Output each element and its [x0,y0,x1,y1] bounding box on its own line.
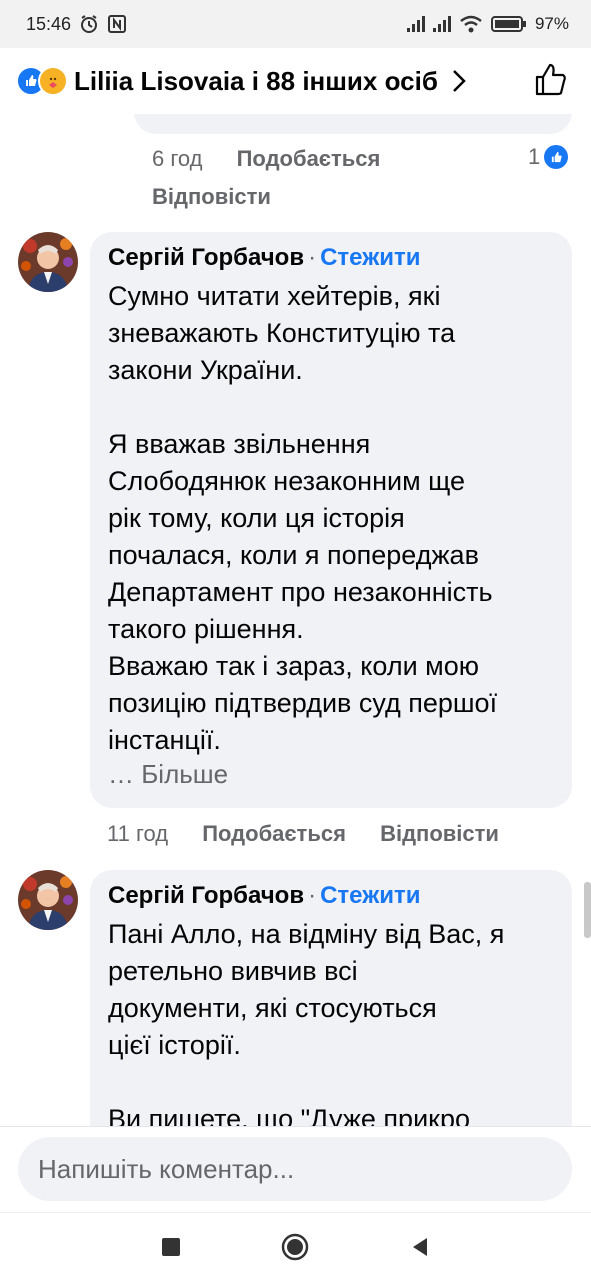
scrollbar[interactable] [584,882,591,938]
follow-button[interactable]: Стежити [320,244,420,271]
alarm-icon [81,15,98,33]
reaction-icons [16,66,68,96]
comment-time: 6 год [152,146,203,171]
comment-composer-bar: Напишіть коментар... [0,1126,591,1213]
reply-button[interactable]: Відповісти [380,821,499,846]
follow-button[interactable]: Стежити [320,882,420,909]
comment-input-placeholder: Напишіть коментар... [38,1153,295,1184]
signal-icon [432,16,451,32]
battery-icon [490,16,526,32]
prev-comment-reply-row: Відповісти [152,184,271,210]
status-bar: 15:46 97% [0,0,591,48]
back-icon[interactable] [409,1236,431,1258]
comment-bubble: Сергій Горбачов · Стежити Сумно читати хей… [90,232,572,808]
reactions-header[interactable]: Liliia Lisovaia і 88 інших осіб [0,48,591,114]
comment-time: 11 год [107,821,169,846]
comment-text: Пані Алло, на відміну від Вас, я ретельн… [108,919,505,1134]
recent-apps-icon[interactable] [161,1237,181,1257]
comment-bubble: Сергій Горбачов · Стежити Пані Алло, на ві… [90,870,572,1170]
comment-text: Сумно читати хейтерів, які зневажають Ко… [108,281,498,755]
comment-header: Сергій Горбачов · Стежити [108,244,554,272]
avatar[interactable] [18,870,78,930]
like-button[interactable]: Подобається [237,146,381,171]
battery-level: 97% [534,14,569,33]
nfc-icon [108,15,127,33]
comment-author[interactable]: Сергій Горбачов [108,244,304,271]
care-reaction-icon [38,66,68,96]
comment-header: Сергій Горбачов · Стежити [108,882,554,910]
like-button[interactable]: Подобається [202,821,346,846]
comment-input[interactable]: Напишіть коментар... [18,1137,572,1201]
separator: · [308,882,317,909]
reactions-summary[interactable]: Liliia Lisovaia і 88 інших осіб [74,66,438,97]
signal-icon [406,16,425,32]
home-icon[interactable] [281,1233,309,1261]
chevron-right-icon[interactable] [452,69,466,93]
reaction-count-value: 1 [528,144,541,169]
separator: · [308,244,317,271]
avatar-image [18,870,78,930]
comment-author[interactable]: Сергій Горбачов [108,882,304,909]
like-reaction-icon [544,145,569,169]
prev-comment-actions: 6 год Подобається [152,146,380,172]
comment-actions: 11 год Подобається Відповісти [107,821,499,847]
see-more-link[interactable]: … Більше [108,759,554,790]
reaction-count[interactable]: 1 [528,144,569,170]
wifi-icon [460,15,482,33]
thumbs-up-icon[interactable] [533,62,569,98]
clock: 15:46 [26,13,72,34]
avatar-image [18,232,78,292]
avatar[interactable] [18,232,78,292]
system-navigation-bar [0,1212,591,1281]
reply-button[interactable]: Відповісти [152,184,271,209]
